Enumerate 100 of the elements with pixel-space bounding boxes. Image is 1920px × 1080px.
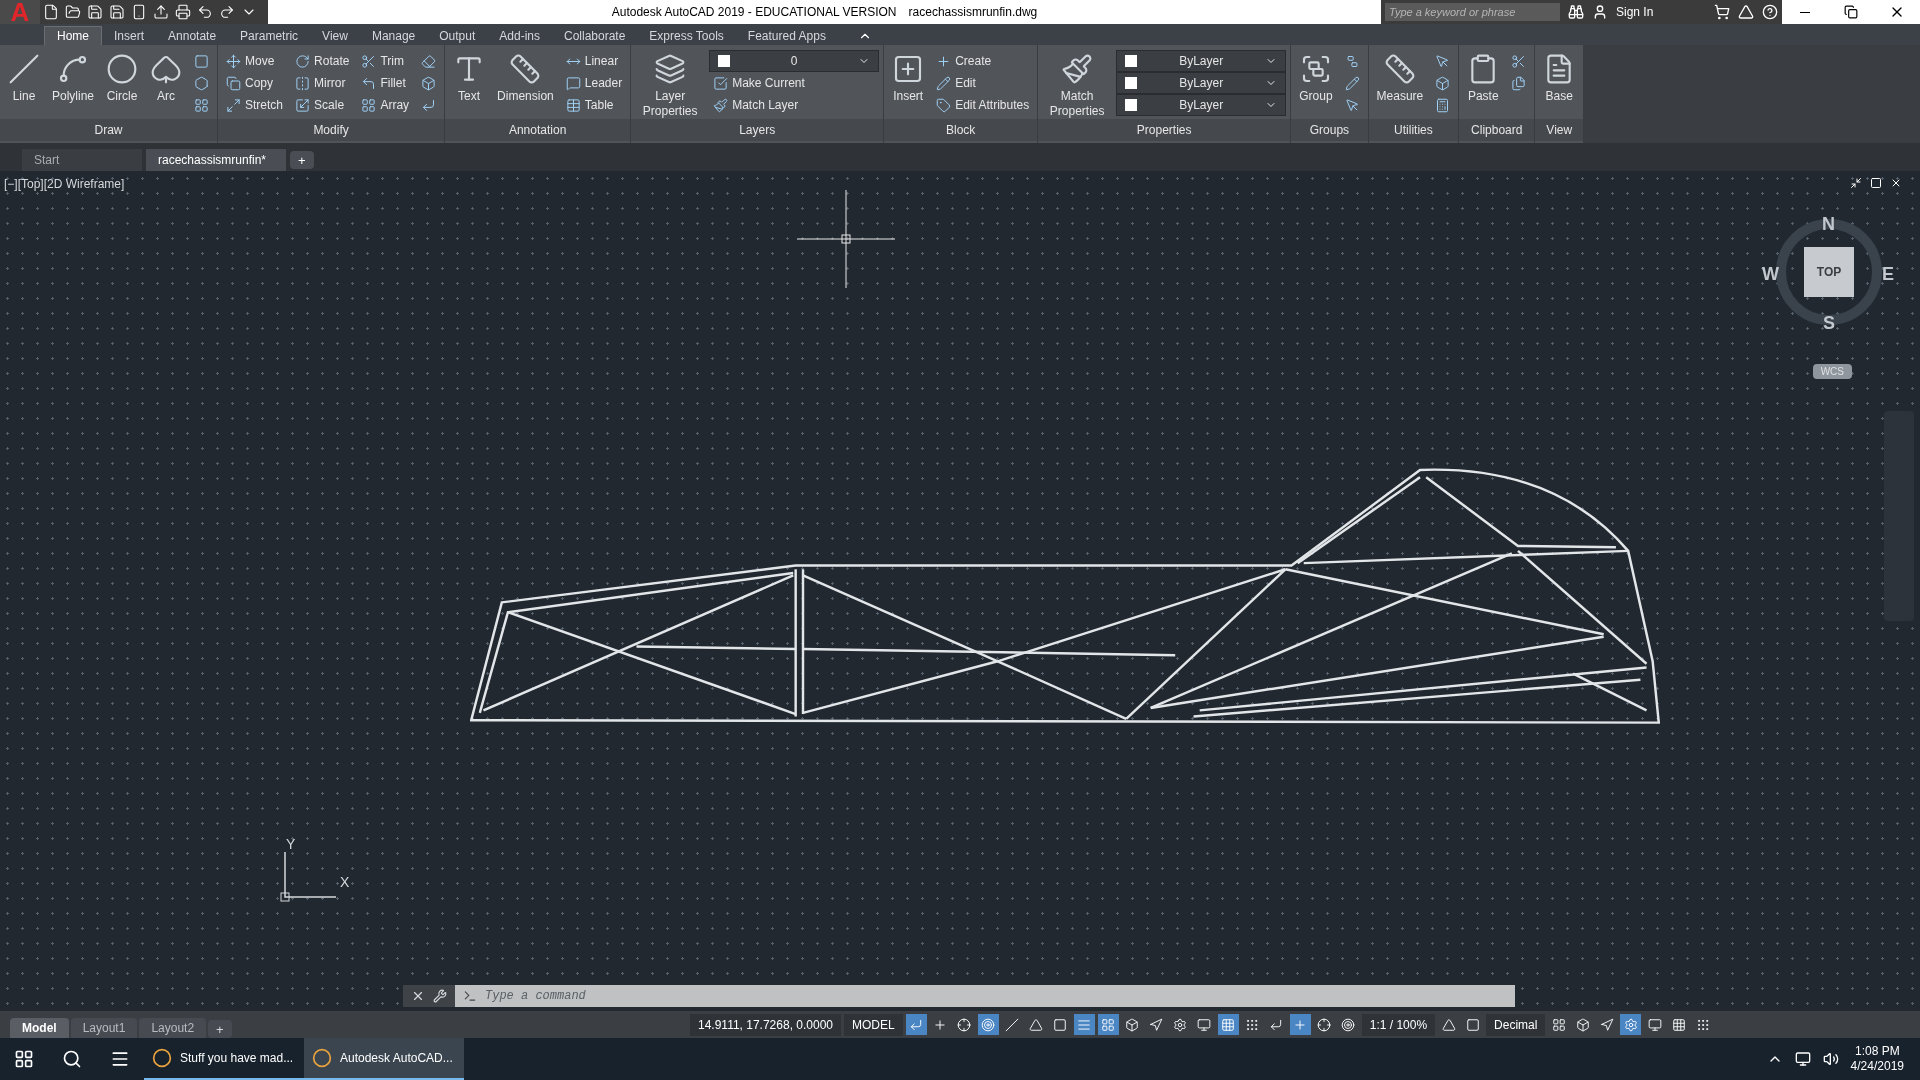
ribbon-tool-button[interactable]: Edit Attributes	[932, 94, 1034, 116]
restore-icon[interactable]	[1870, 177, 1882, 189]
compass-west[interactable]: W	[1762, 261, 1779, 288]
panel-title[interactable]: Annotation	[445, 119, 631, 141]
ribbon-tab[interactable]: Add-ins	[487, 26, 552, 45]
ribbon-large-button[interactable]: Polyline	[48, 49, 99, 104]
ribbon-large-button[interactable]: Paste	[1463, 49, 1504, 104]
command-field[interactable]: Type a command	[481, 985, 1515, 1007]
ribbon-tool-button[interactable]: Fillet	[357, 72, 414, 94]
status-toggle[interactable]	[905, 1014, 927, 1035]
status-toggle[interactable]	[1620, 1014, 1642, 1035]
ribbon-tool-button[interactable]: Table	[561, 94, 627, 116]
wrench-icon[interactable]	[433, 989, 447, 1003]
panel-title[interactable]: Clipboard	[1459, 119, 1535, 141]
prompt-icon	[463, 989, 477, 1003]
new-layout-button[interactable]: +	[208, 1020, 232, 1038]
ribbon-large-button[interactable]: Measure	[1372, 49, 1428, 104]
ribbon-large-button[interactable]: Dimension	[493, 49, 558, 104]
ribbon-large-button[interactable]: Text	[449, 49, 490, 104]
status-readout[interactable]: 14.9111, 17.7268, 0.0000	[690, 1013, 841, 1036]
panel-title[interactable]: View	[1535, 119, 1584, 141]
ribbon-large-button[interactable]: Base	[1539, 49, 1580, 104]
panel-title[interactable]: Groups	[1291, 119, 1368, 141]
ribbon-dropdown[interactable]: 0	[709, 50, 880, 72]
viewcube-face[interactable]: TOP	[1804, 247, 1854, 297]
status-toggle[interactable]	[1097, 1014, 1119, 1035]
ribbon-tab[interactable]: Insert	[102, 26, 157, 45]
speaker-icon[interactable]	[1822, 1051, 1839, 1067]
taskbar-app[interactable]: Autodesk AutoCAD...	[304, 1038, 464, 1080]
line-icon	[8, 53, 40, 85]
triangle-icon[interactable]	[1738, 4, 1754, 20]
ribbon-tab[interactable]: Featured Apps	[735, 26, 838, 45]
status-toggle[interactable]	[1217, 1014, 1239, 1035]
ribbon-large-button[interactable]: Arc	[146, 49, 187, 104]
ribbon-tool-button[interactable]: Trim	[357, 50, 414, 72]
close-icon[interactable]	[411, 989, 425, 1003]
help-icon[interactable]	[1762, 4, 1778, 20]
close-icon[interactable]	[1890, 177, 1902, 189]
ribbon-tool-button[interactable]: Scale	[291, 94, 354, 116]
status-toggle[interactable]	[1073, 1014, 1095, 1035]
ribbon-large-button[interactable]: Group	[1295, 49, 1337, 104]
undo-icon	[197, 4, 213, 20]
ribbon-tool-button[interactable]: Make Current	[709, 72, 880, 94]
new-tab-button[interactable]: +	[290, 151, 314, 169]
panel-title[interactable]: Modify	[218, 119, 445, 141]
ribbon-tool-button[interactable]: Mirror	[291, 72, 354, 94]
status-toggle[interactable]	[977, 1014, 999, 1035]
panel-title[interactable]: Draw	[0, 119, 218, 141]
ribbon-large-button[interactable]: Insert	[888, 49, 929, 104]
document-tab[interactable]: Start	[22, 149, 142, 171]
network-icon[interactable]	[1794, 1051, 1811, 1067]
layout-tab[interactable]: Layout1	[70, 1018, 138, 1038]
ribbon-tab[interactable]: View	[310, 26, 360, 45]
ribbon-tool-button[interactable]: Rotate	[291, 50, 354, 72]
search-field[interactable]: Type a keyword or phrase	[1385, 3, 1560, 21]
status-toggle[interactable]	[1289, 1014, 1311, 1035]
layout-tab[interactable]: Layout2	[139, 1018, 207, 1038]
viewport-label[interactable]: [−][Top][2D Wireframe]	[4, 175, 125, 193]
ribbon-tab[interactable]: Collaborate	[552, 26, 638, 45]
document-tab[interactable]: racechassismrunfin*	[146, 149, 286, 171]
clock-date[interactable]: 4/24/2019	[1850, 1059, 1904, 1074]
cart-icon[interactable]	[1714, 4, 1730, 20]
ribbon-tool-button[interactable]: Edit	[932, 72, 1034, 94]
plus-icon	[933, 1017, 948, 1032]
ribbon-tab[interactable]: Manage	[359, 26, 428, 45]
clock-time[interactable]: 1:08 PM	[1854, 1044, 1900, 1059]
ribbon-large-button[interactable]: Circle	[102, 49, 143, 104]
panel-title[interactable]: Utilities	[1368, 119, 1459, 141]
ribbon-tool-button[interactable]: Stretch	[222, 94, 288, 116]
ribbon-dropdown[interactable]: ByLayer	[1116, 72, 1287, 94]
panel-title[interactable]: Properties	[1038, 119, 1291, 141]
ribbon-tool-button[interactable]: Linear	[561, 50, 627, 72]
ribbon-tool-button[interactable]: Copy	[222, 72, 288, 94]
panel-title[interactable]: Layers	[631, 119, 884, 141]
status-readout[interactable]: 1:1 / 100%	[1361, 1013, 1436, 1036]
ribbon-tab[interactable]: Home	[44, 26, 102, 45]
ribbon-large-button[interactable]: Line	[4, 49, 44, 104]
prompt-button[interactable]	[455, 985, 481, 1007]
ribbon-tool-button[interactable]: Array	[357, 94, 414, 116]
ribbon-dropdown[interactable]: ByLayer	[1116, 94, 1287, 116]
ribbon-large-button[interactable]: Match Properties	[1042, 49, 1113, 119]
compass-north[interactable]: N	[1822, 211, 1835, 238]
panel-title[interactable]: Block	[884, 119, 1038, 141]
ribbon-large-button[interactable]: Layer Properties	[635, 49, 706, 119]
ribbon-tool-button[interactable]: Match Layer	[709, 94, 880, 116]
compass-east[interactable]: E	[1882, 261, 1894, 288]
ribbon-tab[interactable]: Parametric	[228, 26, 311, 45]
ribbon-tab[interactable]: Express Tools	[637, 26, 736, 45]
compass-south[interactable]: S	[1823, 310, 1835, 337]
ribbon-tool-button[interactable]: Create	[932, 50, 1034, 72]
minimize-icon[interactable]	[1850, 177, 1862, 189]
ribbon-dropdown[interactable]: ByLayer	[1116, 50, 1287, 72]
ribbon-tab[interactable]: Output	[427, 26, 488, 45]
sign-in-button[interactable]: Sign In	[1616, 3, 1706, 21]
layout-tab[interactable]: Model	[10, 1018, 69, 1038]
status-readout[interactable]: Decimal	[1486, 1013, 1546, 1036]
ribbon-tool-button[interactable]: Move	[222, 50, 288, 72]
ribbon-tab[interactable]: Annotate	[156, 26, 229, 45]
ribbon-tool-button[interactable]: Leader	[561, 72, 627, 94]
status-readout[interactable]: MODEL	[844, 1013, 903, 1036]
